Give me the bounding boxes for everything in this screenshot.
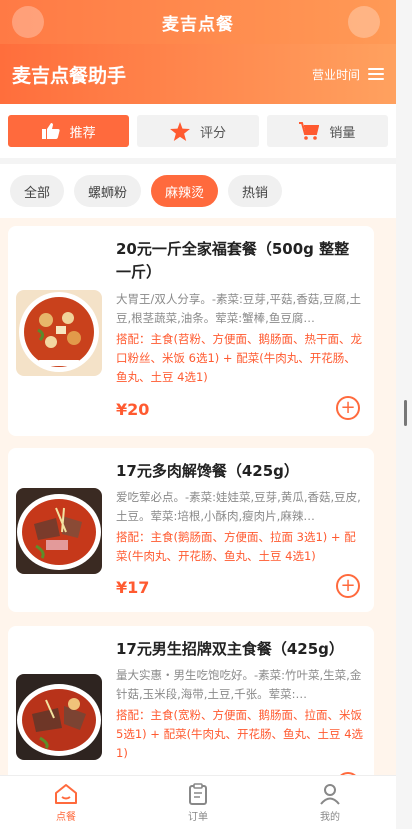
clipboard-icon xyxy=(189,782,207,805)
page-title: 麦吉点餐 xyxy=(162,14,234,35)
sort-sales-button[interactable]: 销量 xyxy=(266,115,388,147)
menu-icon[interactable] xyxy=(368,68,384,80)
product-price: ¥17 xyxy=(116,578,150,597)
title-bar: 麦吉点餐 xyxy=(0,0,396,44)
category-hot[interactable]: 热销 xyxy=(228,175,283,207)
product-image xyxy=(16,674,102,760)
category-luosifen[interactable]: 螺蛳粉 xyxy=(74,175,142,207)
tab-label: 订单 xyxy=(188,811,208,823)
star-icon xyxy=(170,121,190,141)
back-button[interactable] xyxy=(12,6,44,38)
product-combo: 搭配：主食(宽粉、方便面、鹅肠面、拉面、米饭 5选1) + 配菜(牛肉丸、开花肠… xyxy=(116,708,364,760)
product-image xyxy=(16,290,102,376)
thumbs-up-icon xyxy=(41,123,60,139)
cart-icon xyxy=(299,122,320,140)
product-description: 量大实惠・男生吃饱吃好。-素菜:竹叶菜,生菜,金针菇,玉米段,海带,土豆,千张。… xyxy=(116,668,362,701)
add-to-cart-icon[interactable]: + xyxy=(336,574,360,598)
product-name: 20元一斤全家福套餐（500g 整整一斤） xyxy=(116,240,350,281)
product-price: ¥20 xyxy=(116,400,150,419)
product-list: 20元一斤全家福套餐（500g 整整一斤） 大胃王/双人分享。-素菜:豆芽,平菇… xyxy=(0,218,396,775)
sort-label: 评分 xyxy=(199,125,226,141)
product-description: 爱吃荤必点。-素菜:娃娃菜,豆芽,黄瓜,香菇,豆皮,土豆。荤菜:培根,小酥肉,瘦… xyxy=(116,490,361,523)
category-malatang[interactable]: 麻辣烫 xyxy=(151,175,219,207)
home-icon xyxy=(55,783,77,804)
tab-order[interactable]: 点餐 xyxy=(0,776,132,829)
product-combo: 搭配：主食(苕粉、方便面、鹅肠面、热干面、龙口粉丝、米饭 6选1) + 配菜(牛… xyxy=(116,332,362,384)
product-name: 17元男生招牌双主食餐（425g） xyxy=(116,640,344,658)
tab-mine[interactable]: 我的 xyxy=(264,776,396,829)
business-hours-link[interactable]: 营业时间 xyxy=(312,66,360,83)
product-card[interactable]: 17元男生招牌双主食餐（425g） 量大实惠・男生吃饱吃好。-素菜:竹叶菜,生菜… xyxy=(8,626,374,775)
product-image xyxy=(16,488,102,574)
bottom-tab-bar: 点餐 订单 我的 xyxy=(0,775,396,829)
product-description: 大胃王/双人分享。-素菜:豆芽,平菇,香菇,豆腐,土豆,根茎蔬菜,油条。荤菜:蟹… xyxy=(116,292,362,325)
tab-label: 我的 xyxy=(320,811,340,823)
more-button[interactable] xyxy=(348,6,380,38)
category-bar: 全部 螺蛳粉 麻辣烫 热销 xyxy=(0,164,396,218)
sort-recommend-button[interactable]: 推荐 xyxy=(8,115,130,147)
scrollbar[interactable] xyxy=(404,400,407,426)
user-icon xyxy=(320,783,340,805)
sort-bar: 推荐 评分 销量 xyxy=(0,104,396,158)
category-all[interactable]: 全部 xyxy=(10,175,65,207)
sort-rating-button[interactable]: 评分 xyxy=(137,115,259,147)
add-to-cart-icon[interactable]: + xyxy=(336,396,360,420)
product-combo: 搭配：主食(鹅肠面、方便面、拉面 3选1) + 配菜(牛肉丸、开花肠、鱼丸、土豆… xyxy=(116,530,356,563)
tab-orders[interactable]: 订单 xyxy=(132,776,264,829)
sort-label: 推荐 xyxy=(69,125,96,141)
product-card[interactable]: 17元多肉解馋餐（425g） 爱吃荤必点。-素菜:娃娃菜,豆芽,黄瓜,香菇,豆皮… xyxy=(8,448,374,612)
product-name: 17元多肉解馋餐（425g） xyxy=(116,462,299,480)
product-card[interactable]: 20元一斤全家福套餐（500g 整整一斤） 大胃王/双人分享。-素菜:豆芽,平菇… xyxy=(8,226,374,436)
app-name: 麦吉点餐助手 xyxy=(12,64,127,87)
tab-label: 点餐 xyxy=(56,811,76,823)
sort-label: 销量 xyxy=(329,125,356,141)
app-header: 麦吉点餐助手 营业时间 xyxy=(0,44,396,104)
